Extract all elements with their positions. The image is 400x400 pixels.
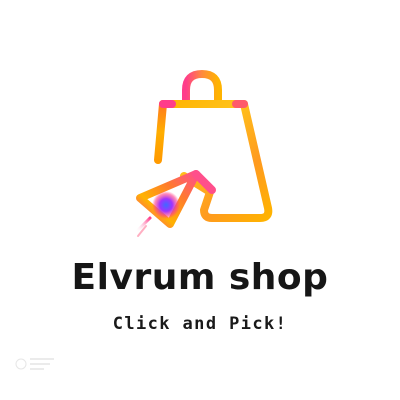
logo-canvas: Elvrum shop Click and Pick!	[0, 0, 400, 400]
logo-mark	[134, 70, 273, 237]
brand-name: Elvrum shop	[71, 257, 329, 298]
watermark-logo	[15, 358, 54, 370]
tagline: Click and Pick!	[112, 314, 288, 334]
cursor-arrow-icon	[134, 170, 216, 237]
